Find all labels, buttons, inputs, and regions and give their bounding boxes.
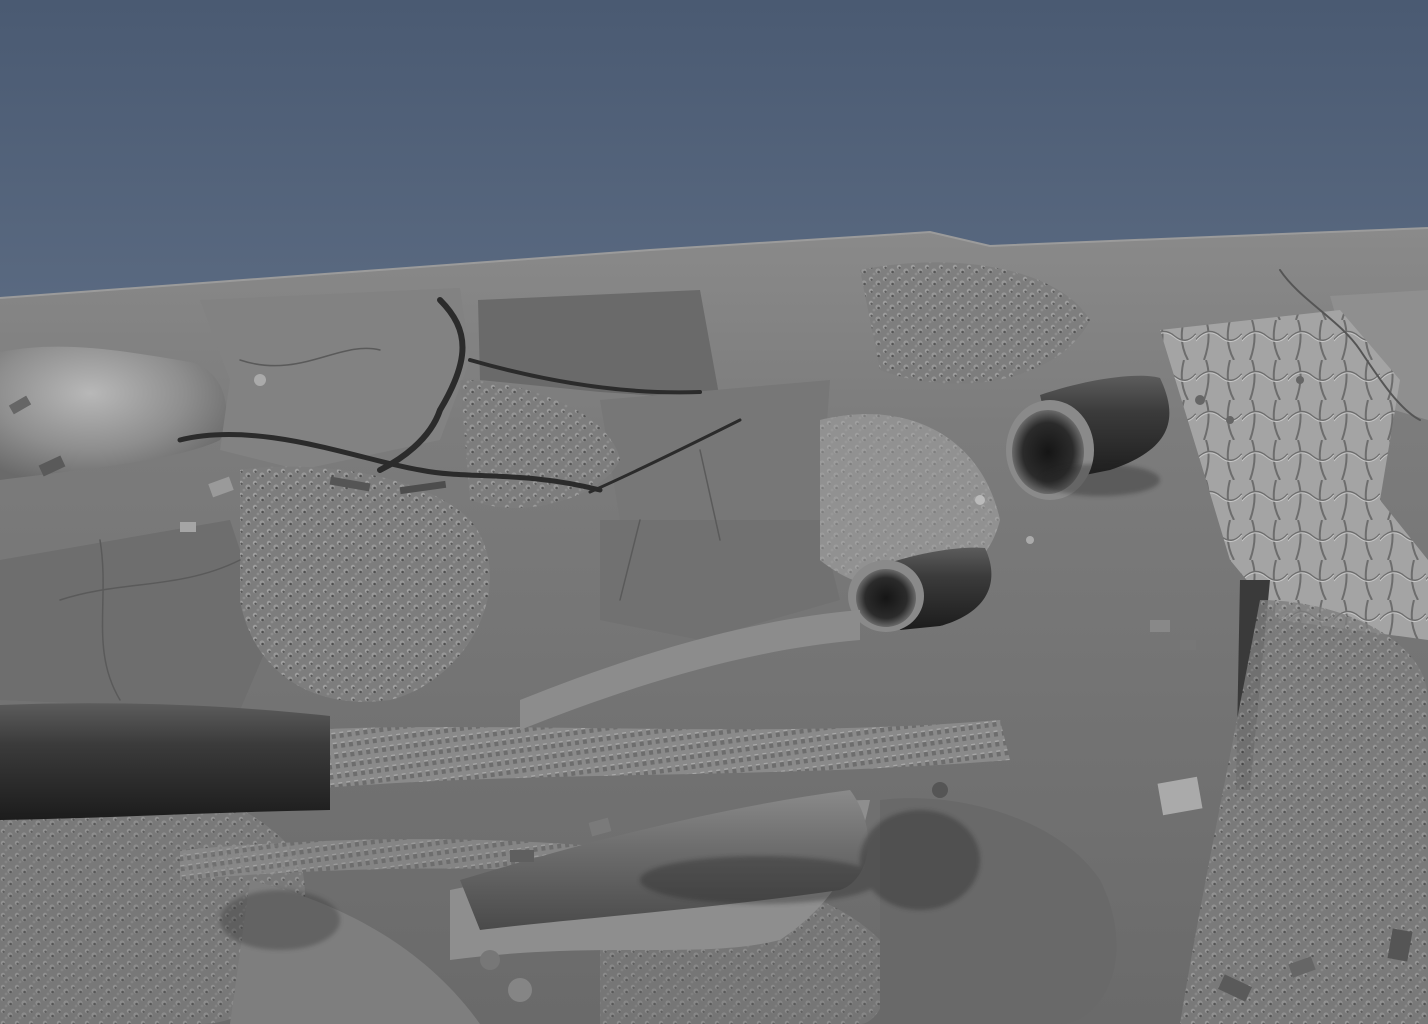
pipe-left	[0, 703, 330, 820]
viewport-scene[interactable]	[0, 0, 1428, 1024]
3d-viewport[interactable]	[0, 0, 1428, 1024]
